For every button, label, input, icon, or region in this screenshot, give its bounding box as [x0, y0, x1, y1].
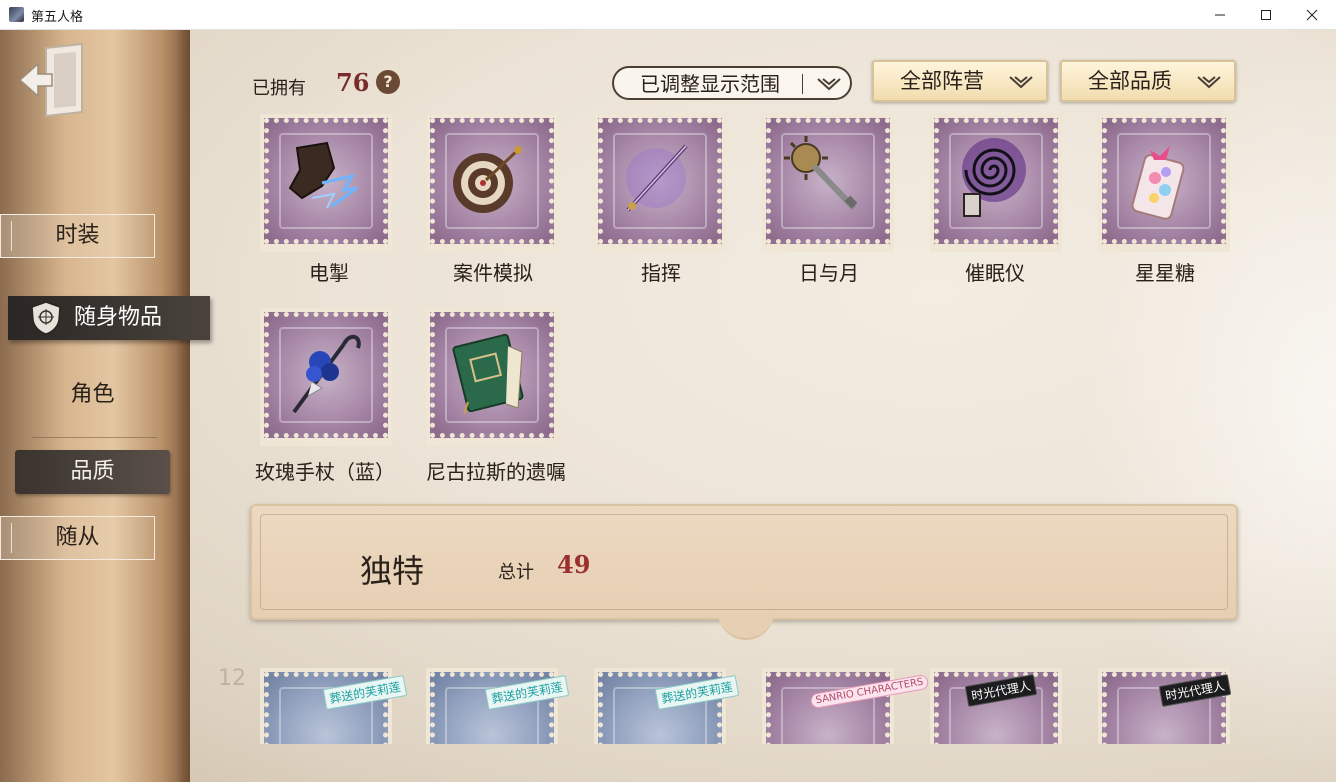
item-card[interactable] — [256, 308, 392, 448]
help-icon[interactable]: ? — [376, 70, 400, 94]
rose-cane-icon — [292, 334, 361, 414]
item-card[interactable] — [926, 114, 1062, 254]
shield-icon — [31, 301, 61, 335]
tab-items-label: 随身物品 — [74, 305, 163, 330]
exit-icon[interactable] — [16, 42, 88, 118]
tab-ornament — [11, 221, 52, 251]
maximize-button[interactable] — [1243, 0, 1289, 30]
testament-book-icon — [452, 333, 524, 415]
item-name: 催眠仪 — [965, 261, 1025, 285]
close-button[interactable] — [1289, 0, 1335, 30]
next-row: 葬送的芙莉莲 葬送的芙莉莲 葬送的芙莉莲 SANRIO CHARACTERS 时… — [0, 664, 1336, 744]
total-count: 49 — [557, 550, 591, 579]
owned-count: 76 — [336, 68, 370, 97]
sidebar-divider — [32, 437, 157, 438]
item-card[interactable]: 时光代理人 — [1094, 668, 1232, 744]
tab-items[interactable]: 随身物品 — [8, 296, 210, 340]
candy-jar-icon — [1131, 146, 1185, 220]
item-name: 玫瑰手杖（蓝） — [255, 460, 395, 484]
item-card[interactable] — [422, 114, 558, 254]
subtab-quality[interactable]: 品质 — [15, 450, 170, 494]
app-icon — [9, 7, 24, 22]
range-dropdown[interactable]: 已调整显示范围 — [612, 66, 852, 100]
item-name: 星星糖 — [1135, 261, 1195, 285]
total-label: 总计 — [498, 562, 534, 583]
minimize-button[interactable] — [1197, 0, 1243, 30]
window-titlebar: 第五人格 — [0, 0, 1336, 30]
item-name: 案件模拟 — [453, 261, 533, 285]
item-name: 电掣 — [309, 261, 349, 285]
electric-gauntlet-icon — [288, 141, 358, 209]
target-icon — [453, 146, 522, 213]
hypnosis-spiral-icon — [962, 138, 1026, 217]
tab-follower-label: 随从 — [55, 525, 100, 550]
baton-icon — [626, 144, 688, 212]
banner-notch — [718, 612, 774, 640]
tab-costume-label: 时装 — [55, 223, 100, 248]
item-card[interactable] — [256, 114, 392, 254]
game-viewport: 时装 随身物品 角色 品质 随从 已拥有 76 ? 已调整显示范围 全部阵营 全… — [0, 30, 1336, 782]
faction-dropdown[interactable]: 全部阵营 — [872, 60, 1048, 102]
chevron-down-icon — [817, 78, 841, 91]
chevron-down-icon — [1009, 76, 1033, 89]
tab-costume[interactable]: 时装 — [0, 214, 155, 258]
item-card[interactable] — [758, 114, 894, 254]
dropdown-separator — [802, 74, 803, 94]
item-card[interactable] — [1094, 114, 1230, 254]
item-card[interactable]: 葬送的芙莉莲 — [256, 668, 408, 744]
quality-dropdown-label: 全部品质 — [1088, 69, 1172, 93]
item-card[interactable] — [590, 114, 726, 254]
subtab-role[interactable]: 角色 — [15, 375, 170, 415]
item-card[interactable]: 葬送的芙莉莲 — [422, 668, 570, 744]
quality-dropdown[interactable]: 全部品质 — [1060, 60, 1236, 102]
item-name: 指挥 — [641, 261, 681, 285]
rarity-title: 独特 — [360, 552, 425, 590]
item-card[interactable]: 葬送的芙莉莲 — [590, 668, 740, 744]
range-dropdown-label: 已调整显示范围 — [640, 72, 780, 96]
item-name: 日与月 — [799, 261, 859, 285]
sun-moon-key-icon — [784, 136, 858, 211]
owned-label: 已拥有 — [252, 78, 306, 99]
tab-follower[interactable]: 随从 — [0, 516, 155, 560]
tab-ornament — [11, 523, 52, 553]
item-name: 尼古拉斯的遗嘱 — [426, 460, 566, 484]
window-title: 第五人格 — [31, 10, 84, 25]
item-card[interactable] — [422, 308, 558, 448]
chevron-down-icon — [1197, 76, 1221, 89]
item-card[interactable]: 时光代理人 — [926, 668, 1062, 744]
item-card[interactable]: SANRIO CHARACTERS — [758, 668, 930, 744]
faction-dropdown-label: 全部阵营 — [900, 69, 984, 93]
